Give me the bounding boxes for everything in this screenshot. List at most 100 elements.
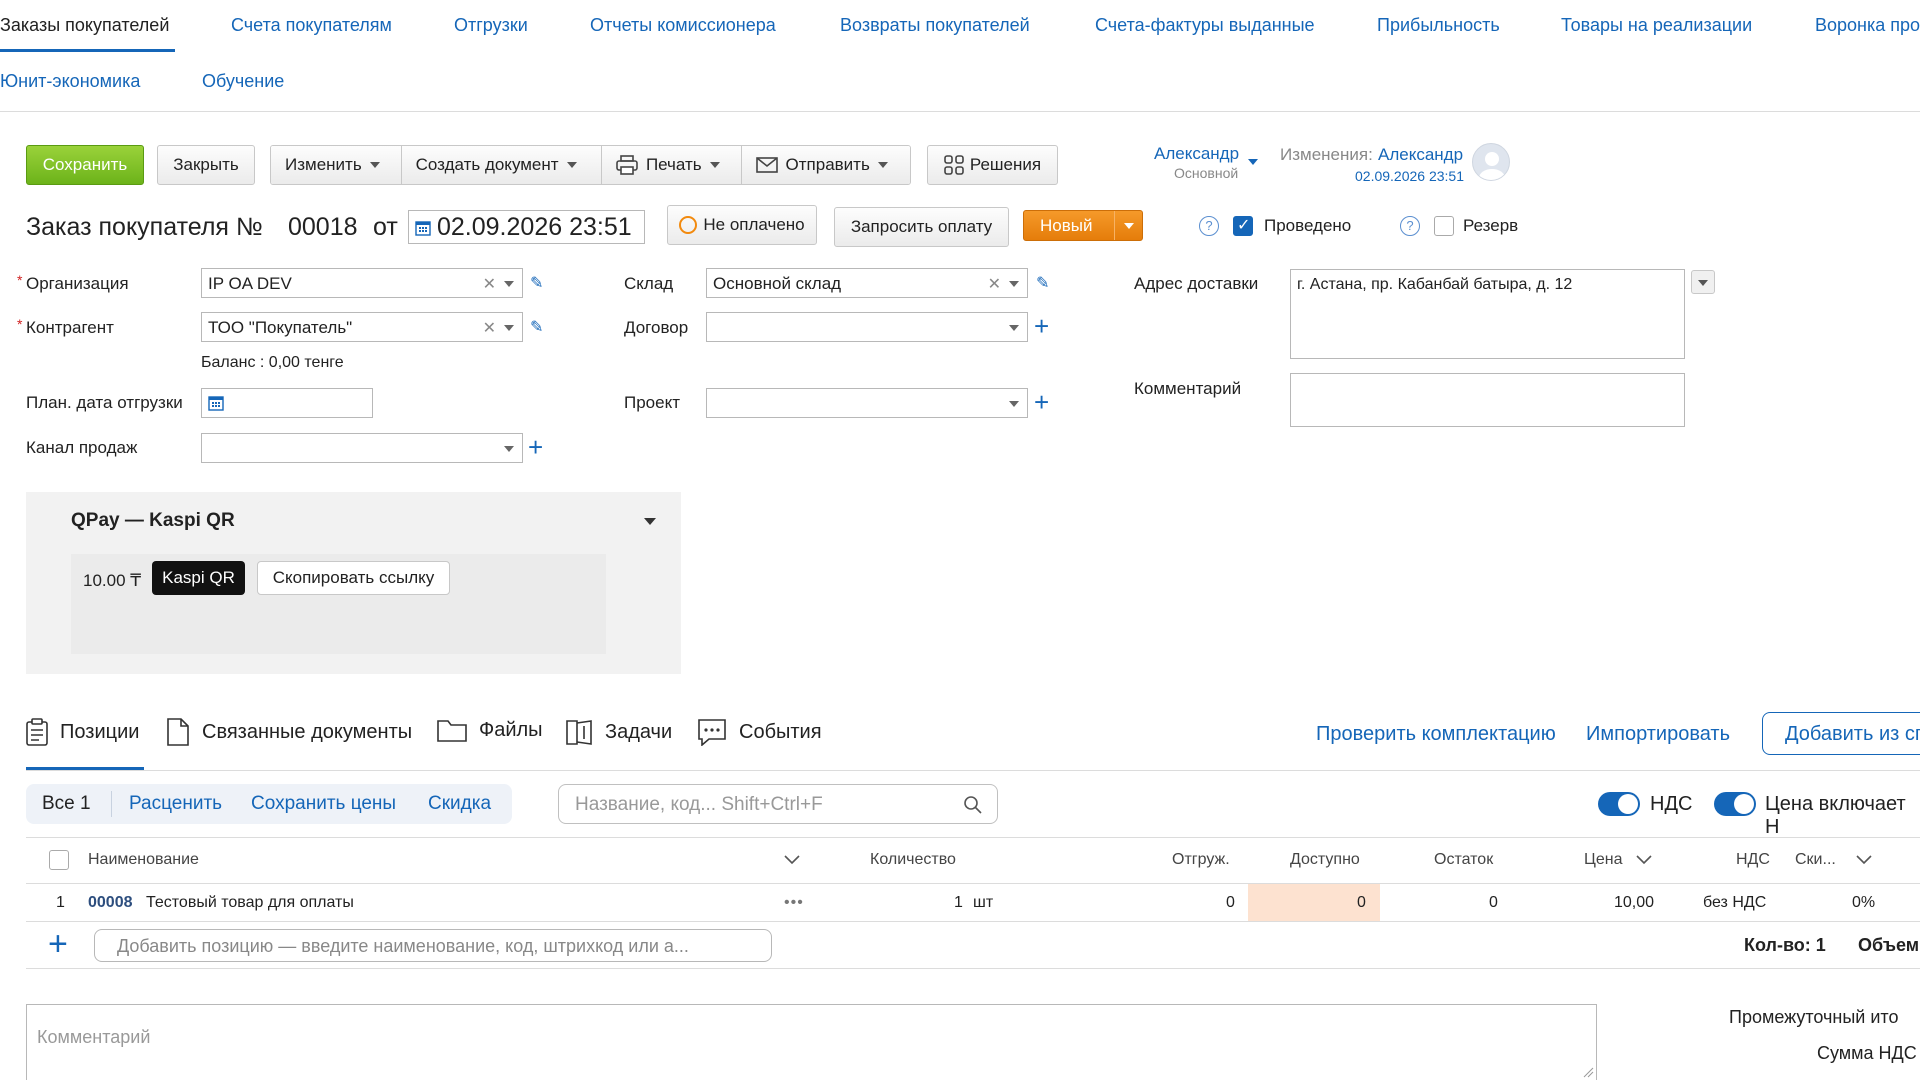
comment-field[interactable]: [1290, 373, 1685, 427]
avatar[interactable]: [1472, 143, 1510, 181]
tab-events[interactable]: События: [697, 718, 822, 746]
discount-action[interactable]: Скидка: [428, 793, 491, 815]
clear-icon[interactable]: ✕: [483, 318, 496, 338]
nav-profitability[interactable]: Прибыльность: [1377, 15, 1500, 36]
nav-sales-funnel[interactable]: Воронка про: [1815, 15, 1920, 36]
address-expand-button[interactable]: [1691, 270, 1715, 294]
column-available-header[interactable]: Доступно: [1290, 851, 1360, 869]
add-sales-channel-icon[interactable]: +: [528, 434, 543, 460]
edit-icon[interactable]: ✎: [530, 317, 543, 337]
close-button[interactable]: Закрыть: [157, 145, 255, 185]
column-price-header[interactable]: Цена: [1584, 851, 1622, 869]
chevron-down-icon[interactable]: [1636, 855, 1652, 865]
select-all-checkbox[interactable]: [49, 850, 69, 870]
column-vat-header[interactable]: НДС: [1736, 851, 1770, 869]
kaspi-qr-button[interactable]: Kaspi QR: [152, 561, 245, 595]
reserve-checkbox[interactable]: [1434, 216, 1454, 236]
chevron-down-icon[interactable]: [1856, 855, 1872, 865]
product-name[interactable]: Тестовый товар для оплаты: [146, 894, 354, 912]
sales-channel-select[interactable]: [201, 433, 523, 463]
chevron-down-icon[interactable]: [1009, 401, 1019, 407]
posted-checkbox[interactable]: [1233, 215, 1253, 236]
resize-handle-icon[interactable]: [1582, 1066, 1594, 1078]
document-number[interactable]: 00018: [288, 213, 358, 242]
price-action[interactable]: Расценить: [129, 793, 222, 815]
status-dropdown-button[interactable]: Новый: [1023, 210, 1143, 241]
nav-unit-economics[interactable]: Юнит-экономика: [0, 71, 140, 92]
tab-positions[interactable]: Позиции: [26, 718, 139, 746]
chevron-down-icon[interactable]: [1009, 281, 1019, 287]
organization-select[interactable]: IP OA DEV ✕: [201, 268, 523, 298]
solutions-button[interactable]: Решения: [927, 145, 1058, 185]
nav-customer-returns[interactable]: Возвраты покупателей: [840, 15, 1030, 36]
row-qty[interactable]: 1: [954, 894, 963, 912]
request-payment-button[interactable]: Запросить оплату: [834, 207, 1009, 247]
save-button[interactable]: Сохранить: [26, 145, 144, 185]
changes-user[interactable]: Александр: [1378, 145, 1463, 165]
create-document-button[interactable]: Создать документ: [401, 146, 602, 184]
row-price[interactable]: 10,00: [1614, 894, 1654, 912]
column-discount-header[interactable]: Ски...: [1795, 851, 1836, 869]
add-from-button[interactable]: Добавить из сп: [1762, 712, 1920, 755]
help-icon[interactable]: ?: [1199, 216, 1219, 236]
ship-date-field[interactable]: [201, 388, 373, 418]
search-input[interactable]: Название, код... Shift+Ctrl+F: [558, 784, 998, 824]
row-discount[interactable]: 0%: [1852, 894, 1875, 912]
nav-commission-reports[interactable]: Отчеты комиссионера: [590, 15, 776, 36]
send-button[interactable]: Отправить: [741, 146, 910, 184]
column-name-header[interactable]: Наименование: [88, 851, 199, 869]
payment-status-button[interactable]: Не оплачено: [667, 205, 817, 245]
row-vat[interactable]: без НДС: [1703, 894, 1766, 912]
contract-select[interactable]: [706, 312, 1028, 342]
price-includes-vat-toggle[interactable]: [1714, 792, 1756, 816]
chevron-down-icon[interactable]: [504, 281, 514, 287]
calendar-icon[interactable]: [415, 220, 431, 236]
nav-training[interactable]: Обучение: [202, 71, 284, 92]
add-position-icon[interactable]: +: [48, 927, 68, 961]
edit-icon[interactable]: ✎: [530, 273, 543, 293]
print-button[interactable]: Печать: [601, 146, 742, 184]
owner-name[interactable]: Александр: [1154, 144, 1239, 164]
column-qty-header[interactable]: Количество: [870, 851, 956, 869]
column-shipped-header[interactable]: Отгруж.: [1172, 851, 1230, 869]
copy-link-button[interactable]: Скопировать ссылку: [257, 561, 450, 595]
clear-icon[interactable]: ✕: [483, 274, 496, 294]
positions-comment-field[interactable]: Комментарий: [26, 1004, 1597, 1080]
tab-files[interactable]: Файлы: [437, 718, 543, 742]
product-code[interactable]: 00008: [88, 894, 133, 912]
nav-customer-orders[interactable]: Заказы покупателей: [0, 15, 169, 36]
nav-shipments[interactable]: Отгрузки: [454, 15, 528, 36]
more-icon[interactable]: •••: [784, 894, 804, 912]
change-button[interactable]: Изменить: [271, 146, 402, 184]
tab-related-documents[interactable]: Связанные документы: [166, 718, 412, 746]
nav-goods-on-sale[interactable]: Товары на реализации: [1561, 15, 1752, 36]
column-remainder-header[interactable]: Остаток: [1434, 851, 1493, 869]
edit-icon[interactable]: ✎: [1036, 273, 1049, 293]
project-select[interactable]: [706, 388, 1028, 418]
collapse-icon[interactable]: [644, 518, 656, 525]
check-completeness-link[interactable]: Проверить комплектацию: [1316, 723, 1556, 746]
tab-tasks[interactable]: Задачи: [565, 718, 672, 746]
nav-invoices-issued[interactable]: Счета-фактуры выданные: [1095, 15, 1315, 36]
add-contract-icon[interactable]: +: [1034, 313, 1049, 339]
add-project-icon[interactable]: +: [1034, 389, 1049, 415]
counterparty-select[interactable]: ТОО "Покупатель" ✕: [201, 312, 523, 342]
add-position-input[interactable]: Добавить позицию — введите наименование,…: [94, 929, 772, 962]
vat-toggle[interactable]: [1598, 792, 1640, 816]
nav-customer-invoices[interactable]: Счета покупателям: [231, 15, 392, 36]
document-date-field[interactable]: 02.09.2026 23:51: [408, 210, 645, 244]
search-icon[interactable]: [963, 795, 983, 815]
clear-icon[interactable]: ✕: [988, 274, 1001, 294]
calendar-icon[interactable]: [208, 395, 224, 411]
chevron-down-icon[interactable]: [504, 446, 514, 452]
filter-all[interactable]: Все 1: [42, 793, 91, 815]
save-prices-action[interactable]: Сохранить цены: [251, 793, 396, 815]
chevron-down-icon[interactable]: [1009, 325, 1019, 331]
chevron-down-icon[interactable]: [784, 855, 800, 865]
delivery-address-field[interactable]: г. Астана, пр. Кабанбай батыра, д. 12: [1290, 269, 1685, 359]
chevron-down-icon[interactable]: [1248, 152, 1258, 170]
help-icon[interactable]: ?: [1400, 216, 1420, 236]
warehouse-select[interactable]: Основной склад ✕: [706, 268, 1028, 298]
chevron-down-icon[interactable]: [504, 325, 514, 331]
import-link[interactable]: Импортировать: [1586, 723, 1730, 746]
